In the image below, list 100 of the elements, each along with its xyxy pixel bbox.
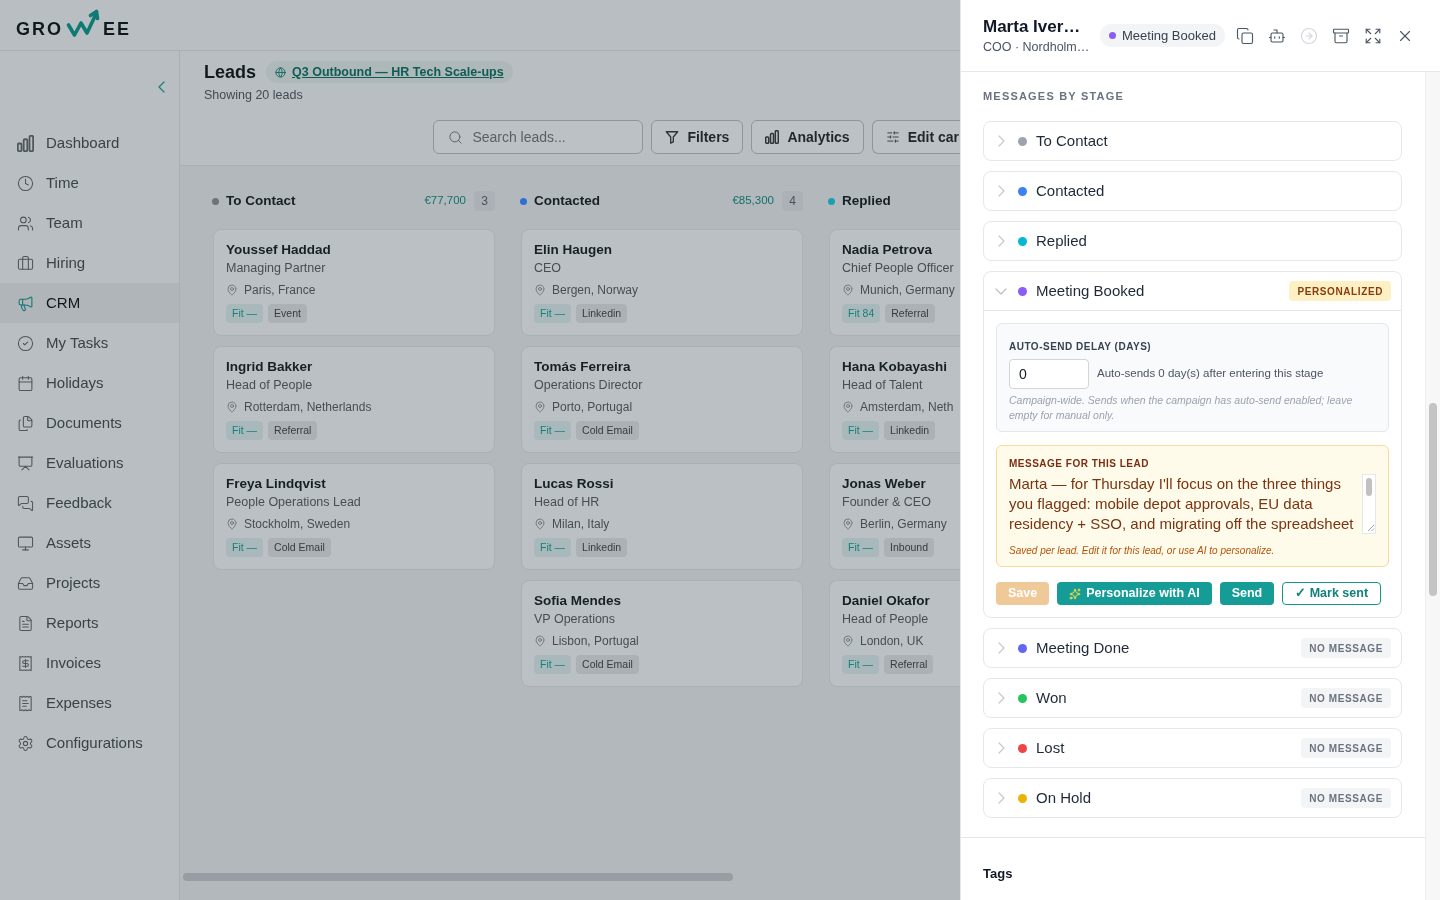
stage-row[interactable]: To Contact — [983, 121, 1402, 161]
lead-card[interactable]: Jonas Weber Founder & CEO Berlin, Germany Fit — Inbound — [829, 463, 960, 570]
lead-location: Lisbon, Portugal — [552, 633, 639, 650]
column-title: Contacted — [534, 191, 600, 210]
lead-card[interactable]: Daniel Okafor Head of People London, UK Fit — Referral — [829, 580, 960, 687]
stage-row[interactable]: Meeting Done NO MESSAGE — [983, 628, 1402, 668]
arrow-circle-icon — [1300, 26, 1318, 45]
nav-item[interactable]: CRM — [0, 283, 179, 323]
filter-icon — [665, 130, 680, 144]
column-title: Replied — [842, 191, 891, 210]
fit-score-tag: Fit — — [842, 655, 880, 674]
lead-card[interactable]: Tomás Ferreira Operations Director Porto, Portugal Fit — Cold Email — [521, 346, 803, 453]
source-tag: Referral — [884, 655, 934, 674]
lead-card[interactable]: Nadia Petrova Chief People Officer Munich, Germany Fit 84 Referral — [829, 229, 960, 336]
nav-item[interactable]: Projects — [0, 563, 179, 603]
nav-item[interactable]: Holidays — [0, 363, 179, 403]
action-button[interactable]: ✓ Mark sent — [1282, 582, 1382, 605]
location-pin-icon — [226, 284, 238, 296]
lead-location: Bergen, Norway — [552, 282, 639, 299]
textarea-scrollbar[interactable] — [1362, 474, 1376, 534]
lead-role: Managing Partner — [226, 260, 327, 277]
nav-item[interactable]: Configurations — [0, 723, 179, 763]
source-tag: Linkedin — [576, 304, 628, 323]
stage-row[interactable]: Meeting Booked PERSONALIZED — [984, 272, 1401, 311]
receipt-icon — [17, 654, 34, 672]
delay-note: Auto-sends 0 day(s) after entering this stage — [1097, 366, 1324, 382]
nav-item[interactable]: Dashboard — [0, 123, 179, 163]
expand-icon — [1364, 26, 1382, 45]
megaphone-icon — [17, 294, 34, 312]
stage-row[interactable]: On Hold NO MESSAGE — [983, 778, 1402, 818]
fit-score-tag: Fit — — [842, 421, 880, 440]
lead-card[interactable]: Elin Haugen CEO Bergen, Norway Fit — Linkedin — [521, 229, 803, 336]
logo-text: EE — [103, 20, 132, 38]
message-status-badge: NO MESSAGE — [1301, 738, 1391, 758]
location-pin-icon — [842, 518, 854, 530]
collapse-chevron-icon[interactable] — [158, 81, 165, 93]
receipt-icon — [17, 694, 34, 712]
nav-item[interactable]: Feedback — [0, 483, 179, 523]
fit-score-tag: Fit — — [226, 538, 264, 557]
source-tag: Event — [268, 304, 307, 323]
files-icon — [17, 414, 34, 432]
campaign-link[interactable]: Q3 Outbound — HR Tech Scale-ups — [292, 62, 504, 82]
nav-item[interactable]: Invoices — [0, 643, 179, 683]
stage-row[interactable]: Replied — [983, 221, 1402, 261]
fit-score-tag: Fit — — [534, 655, 572, 674]
nav-item[interactable]: Reports — [0, 603, 179, 643]
lead-role: People Operations Lead — [226, 494, 362, 511]
horizontal-scrollbar[interactable] — [183, 873, 733, 881]
toolbar-button[interactable]: Analytics — [751, 120, 864, 154]
nav-item[interactable]: Documents — [0, 403, 179, 443]
vertical-scrollbar[interactable] — [1425, 72, 1440, 900]
column-amount: €77,700 — [424, 193, 466, 209]
source-tag: Linkedin — [576, 538, 628, 557]
people-icon — [17, 214, 34, 232]
lead-role: Head of People — [226, 377, 314, 394]
location-pin-icon — [226, 401, 238, 413]
nav-item[interactable]: Assets — [0, 523, 179, 563]
delay-input[interactable]: 0 — [1009, 359, 1089, 389]
document-icon — [17, 614, 34, 632]
stage-row[interactable]: Lost NO MESSAGE — [983, 728, 1402, 768]
bar-chart-icon — [765, 130, 780, 144]
lead-location: Milan, Italy — [552, 516, 610, 533]
search-field[interactable]: Search leads... — [433, 120, 644, 154]
lead-subtitle: COO · Nordholm… — [983, 39, 1086, 55]
nav-item[interactable]: My Tasks — [0, 323, 179, 363]
fit-score-tag: Fit — — [842, 538, 880, 557]
nav-item[interactable]: Evaluations — [0, 443, 179, 483]
message-textarea[interactable]: Marta — for Thursday I'll focus on the three things you flagged: mobile depot approvals, EU data residency + SSO, and migrating off the spreadsheet — [1009, 474, 1359, 534]
location-pin-icon — [842, 401, 854, 413]
lead-card[interactable]: Ingrid Bakker Head of People Rotterdam, Netherlands Fit — Referral — [213, 346, 495, 453]
lead-location: Amsterdam, Neth — [860, 399, 954, 416]
nav-item[interactable]: Expenses — [0, 683, 179, 723]
help-text: Campaign-wide. Sends when the campaign has auto-send enabled; leave empty for manual only. — [1009, 393, 1354, 423]
stage-row[interactable]: Won NO MESSAGE — [983, 678, 1402, 718]
lead-card[interactable]: Sofia Mendes VP Operations Lisbon, Portugal Fit — Cold Email — [521, 580, 803, 687]
lead-name: Tomás Ferreira — [534, 358, 632, 376]
lead-card[interactable]: Hana Kobayashi Head of Talent Amsterdam, Neth Fit — Linkedin — [829, 346, 960, 453]
nav-item[interactable]: Team — [0, 203, 179, 243]
search-icon — [448, 129, 464, 145]
count-badge: 4 — [782, 191, 803, 211]
zigzag-arrow-icon — [66, 8, 100, 38]
stage-row[interactable]: Contacted — [983, 171, 1402, 211]
nav-item[interactable]: Time — [0, 163, 179, 203]
lead-card[interactable]: Youssef Haddad Managing Partner Paris, France Fit — Event — [213, 229, 495, 336]
fit-score-tag: Fit — — [534, 538, 572, 557]
monitor-icon — [17, 534, 34, 552]
robot-icon — [1268, 26, 1286, 45]
location-pin-icon — [534, 401, 546, 413]
lead-location: Berlin, Germany — [860, 516, 947, 533]
calendar-icon — [17, 374, 34, 392]
lead-card[interactable]: Lucas Rossi Head of HR Milan, Italy Fit — Linkedin — [521, 463, 803, 570]
fit-score-tag: Fit — — [226, 304, 264, 323]
message-status-badge: NO MESSAGE — [1301, 638, 1391, 658]
tags-heading: Tags — [983, 866, 1014, 882]
nav-item[interactable]: Hiring — [0, 243, 179, 283]
lead-card[interactable]: Freya Lindqvist People Operations Lead Stockholm, Sweden Fit — Cold Email — [213, 463, 495, 570]
toolbar-button[interactable]: Filters — [651, 120, 744, 154]
section-title: MESSAGES BY STAGE — [983, 90, 1126, 103]
toolbar-button[interactable]: Edit car — [871, 120, 960, 154]
source-tag: Linkedin — [884, 421, 936, 440]
